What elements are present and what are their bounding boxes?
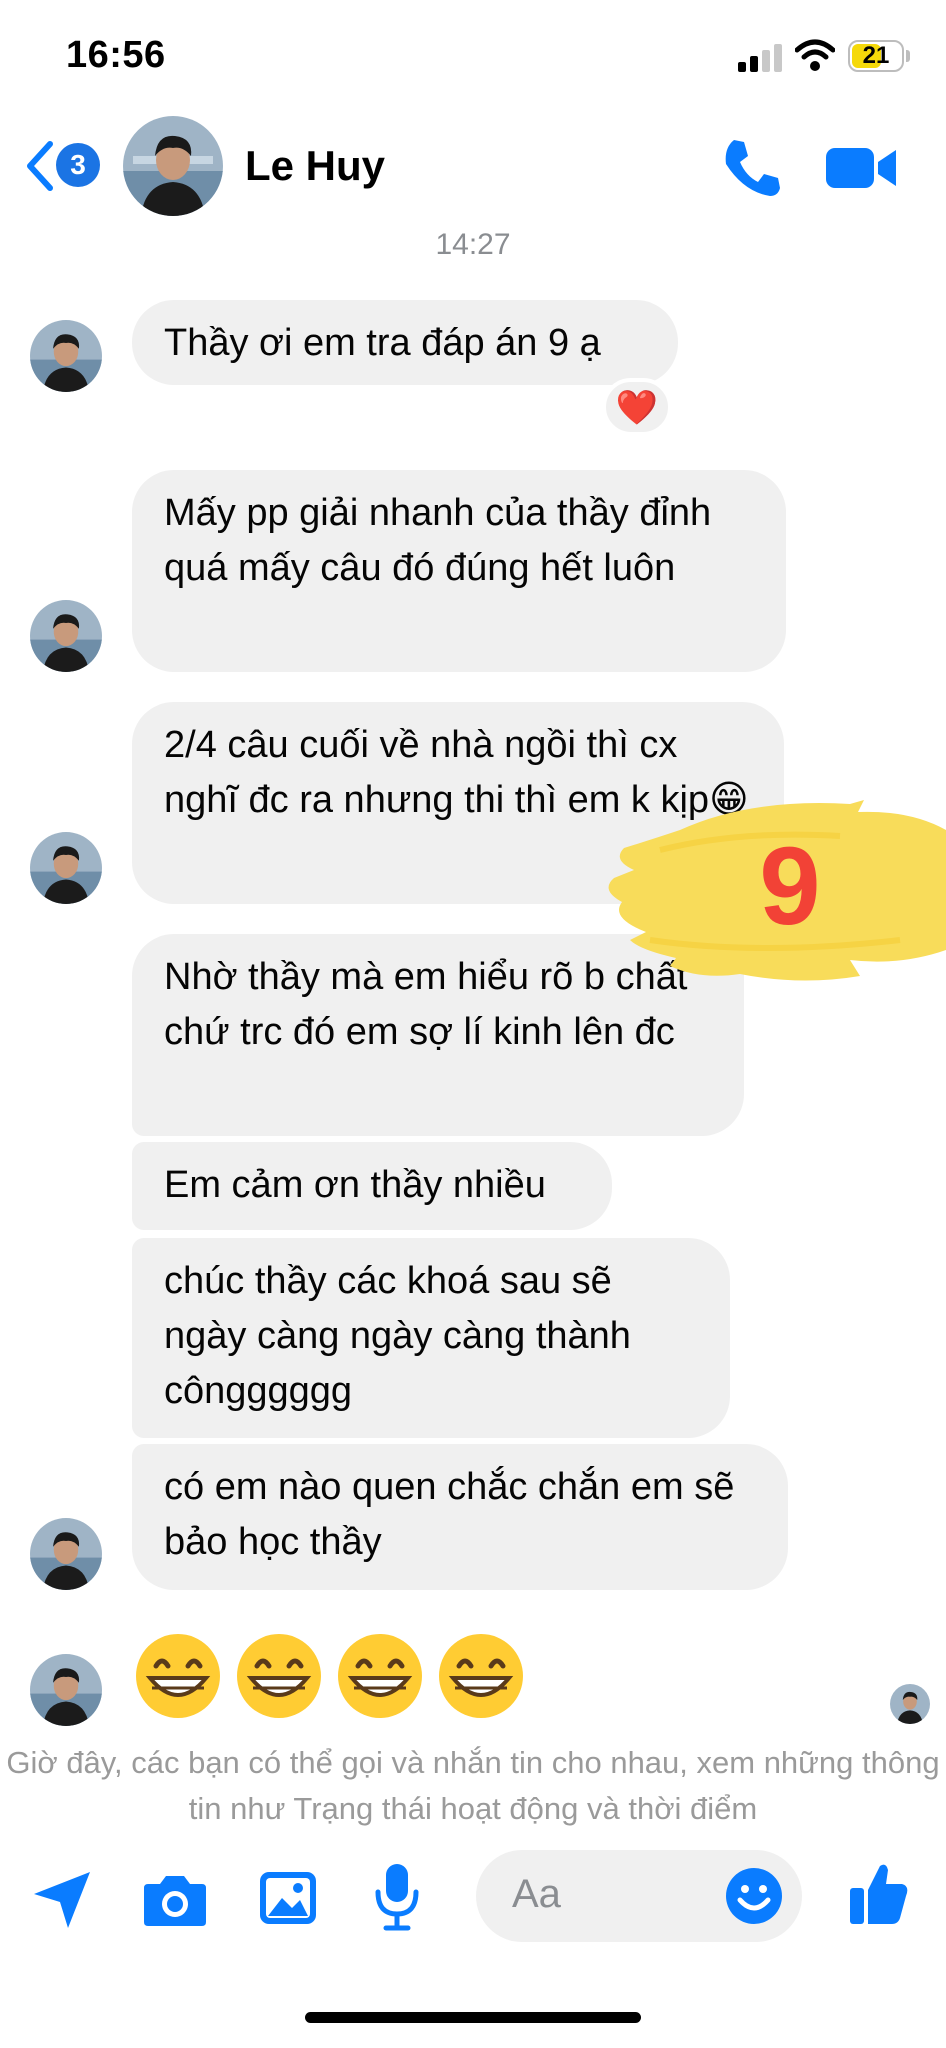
message-bubble[interactable]: Em cảm ơn thầy nhiều [132,1142,612,1230]
grinning-face-icon [338,1634,422,1718]
message-bubble[interactable]: có em nào quen chắc chắn em sẽ bảo học t… [132,1444,788,1590]
sender-avatar[interactable] [30,320,102,392]
camera-icon[interactable] [142,1872,208,1928]
status-time: 16:56 [66,34,166,76]
score-stamp: 9 [600,790,946,990]
contact-name[interactable]: Le Huy [245,142,385,190]
phone-icon[interactable] [720,136,784,200]
battery-icon: 21 [848,40,904,72]
back-chevron-icon[interactable] [22,140,56,192]
message-timestamp: 14:27 [435,228,511,261]
home-indicator [305,2012,641,2023]
notice-text: Giờ đây, các bạn có thể gọi và nhắn tin … [6,1745,940,1826]
message-input[interactable]: Aa [476,1850,802,1942]
wifi-icon [795,39,835,71]
emoji-icon[interactable] [724,1866,784,1926]
video-camera-icon[interactable] [826,140,898,196]
sender-avatar[interactable] [30,1518,102,1590]
message-bubble[interactable]: chúc thầy các khoá sau sẽ ngày càng ngày… [132,1238,730,1438]
grinning-face-icon [439,1634,523,1718]
battery-tip [906,50,910,62]
message-bubble[interactable]: Mấy pp giải nhanh của thầy đỉnh quá mấy … [132,470,786,672]
grinning-face-icon [136,1634,220,1718]
emoji-message[interactable] [134,1632,534,1720]
message-input-placeholder: Aa [512,1872,561,1916]
sender-avatar[interactable] [30,600,102,672]
contact-avatar[interactable] [123,116,223,216]
seen-avatar [890,1684,930,1724]
message-bubble[interactable]: Thầy ơi em tra đáp án 9 ạ [132,300,678,385]
unread-badge[interactable]: 3 [56,143,100,187]
signal-icon [738,42,782,72]
like-thumb-icon[interactable] [848,1860,910,1926]
sender-avatar[interactable] [30,1654,102,1726]
score-text: 9 [759,825,821,948]
microphone-icon[interactable] [372,1862,422,1932]
grinning-face-icon [237,1634,321,1718]
send-arrow-icon[interactable] [30,1868,94,1932]
battery-level: 21 [862,42,890,69]
heart-reaction-icon[interactable]: ❤️ [602,378,672,436]
sender-avatar[interactable] [30,832,102,904]
photo-icon[interactable] [258,1868,318,1928]
